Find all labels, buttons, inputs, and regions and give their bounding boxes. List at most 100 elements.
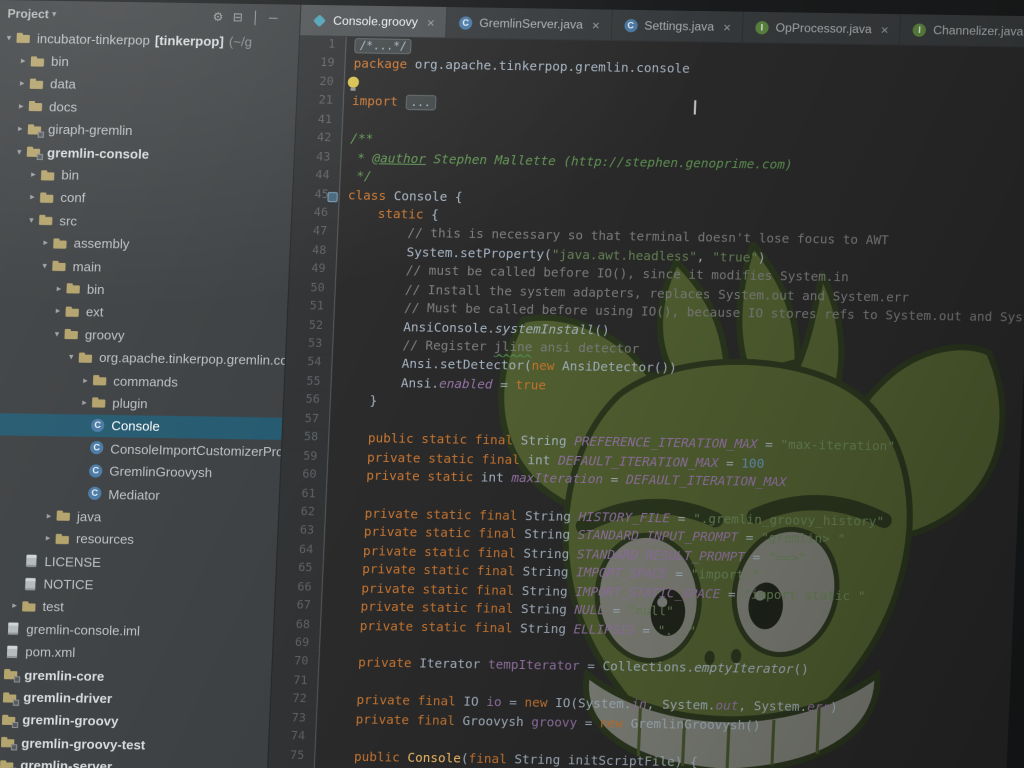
chevron-expanded-icon[interactable]: ▾ — [12, 146, 26, 157]
line-number[interactable]: 51 — [288, 298, 336, 317]
line-number[interactable]: 58 — [282, 429, 330, 448]
intention-bulb-icon[interactable] — [348, 76, 360, 87]
line-number[interactable]: 56 — [284, 392, 332, 411]
hide-panel-icon[interactable]: ─ — [269, 10, 278, 24]
code-token — [332, 542, 363, 558]
project-panel-title[interactable]: Project — [7, 6, 49, 21]
code-token: static — [422, 581, 468, 597]
chevron-collapsed-icon[interactable]: ▸ — [15, 78, 29, 89]
line-number[interactable]: 63 — [278, 522, 326, 541]
code-token — [344, 261, 406, 277]
chevron-collapsed-icon[interactable]: ▸ — [79, 374, 93, 385]
project-tool-window: Project ▾ ⚙⊟│─ ▾incubator-tinkerpop[tink… — [0, 0, 301, 768]
code-token: "import static " — [743, 586, 866, 603]
line-number[interactable]: 44 — [294, 167, 342, 186]
chevron-expanded-icon[interactable]: ▾ — [38, 260, 52, 271]
line-number[interactable]: 60 — [280, 466, 328, 485]
code-token: package — [353, 56, 407, 72]
chevron-collapsed-icon[interactable]: ▸ — [13, 123, 27, 134]
line-number[interactable]: 64 — [277, 541, 325, 560]
interface-file-icon: I — [912, 22, 928, 37]
line-number[interactable]: 46 — [292, 205, 340, 224]
line-number[interactable]: 1 — [299, 36, 347, 55]
line-number[interactable]: 55 — [285, 373, 333, 392]
line-number[interactable]: 41 — [296, 111, 344, 130]
chevron-expanded-icon[interactable]: ▾ — [25, 214, 39, 225]
line-number[interactable]: 61 — [280, 485, 328, 504]
line-number[interactable]: 50 — [289, 279, 337, 298]
line-number[interactable]: 72 — [271, 691, 319, 710]
chevron-collapsed-icon[interactable]: ▸ — [26, 192, 40, 203]
code-token: static — [425, 506, 471, 522]
line-number[interactable]: 53 — [286, 335, 334, 354]
line-number[interactable]: 19 — [298, 55, 346, 74]
code-token: String — [513, 601, 575, 617]
collapse-all-icon[interactable]: ⊟ — [232, 10, 243, 24]
tree-item-label: pom.xml — [25, 644, 76, 660]
module-icon — [1, 712, 19, 729]
chevron-collapsed-icon[interactable]: ▸ — [41, 533, 55, 544]
code-token: org.apache.tinkerpop.gremlin.console — [407, 57, 690, 77]
code-token: final — [416, 712, 455, 728]
line-number[interactable]: 71 — [271, 672, 319, 691]
chevron-collapsed-icon[interactable]: ▸ — [42, 510, 56, 521]
editor-body[interactable]: 1/*...*/19package org.apache.tinkerpop.g… — [267, 36, 1024, 768]
line-number[interactable]: 47 — [291, 223, 339, 242]
close-tab-icon[interactable]: × — [881, 21, 889, 36]
intellij-app: Project ▾ ⚙⊟│─ ▾incubator-tinkerpop[tink… — [0, 0, 1024, 768]
line-number[interactable]: 59 — [281, 448, 329, 467]
line-number[interactable]: 57 — [283, 410, 331, 429]
code-token: String — [515, 545, 577, 561]
package-icon — [77, 349, 95, 366]
chevron-down-icon[interactable]: ▾ — [52, 8, 57, 19]
tab-console-groovy[interactable]: Console.groovy× — [300, 5, 447, 38]
code-token: true — [515, 376, 546, 392]
tab-settings-java[interactable]: CSettings.java× — [611, 10, 744, 42]
line-number[interactable]: 70 — [272, 653, 320, 672]
chevron-collapsed-icon[interactable]: ▸ — [27, 169, 41, 180]
line-number[interactable]: 67 — [275, 597, 323, 616]
code-token: String — [516, 526, 578, 542]
chevron-collapsed-icon[interactable]: ▸ — [78, 397, 92, 408]
chevron-collapsed-icon[interactable]: ▸ — [39, 237, 53, 248]
line-number[interactable]: 73 — [270, 710, 318, 729]
line-number[interactable]: 54 — [285, 354, 333, 373]
class-icon: C — [90, 417, 108, 434]
line-number[interactable]: 45 — [293, 186, 341, 205]
tab-gremlinserver-java[interactable]: CGremlinServer.java× — [446, 7, 612, 40]
line-number[interactable]: 49 — [289, 261, 337, 280]
line-number[interactable]: 74 — [269, 728, 317, 747]
line-number[interactable]: 52 — [287, 317, 335, 336]
chevron-collapsed-icon[interactable]: ▸ — [52, 283, 66, 294]
line-number[interactable]: 48 — [290, 242, 338, 261]
tab-opprocessor-java[interactable]: IOpProcessor.java× — [743, 12, 902, 45]
code-token: private — [362, 561, 416, 577]
chevron-collapsed-icon[interactable]: ▸ — [51, 306, 65, 317]
line-number[interactable]: 68 — [274, 616, 322, 635]
chevron-expanded-icon[interactable]: ▾ — [64, 351, 78, 362]
chevron-expanded-icon[interactable]: ▾ — [2, 32, 16, 43]
tab-channelizer-java[interactable]: IChannelizer.java× — [900, 14, 1024, 47]
line-number[interactable]: 42 — [295, 130, 343, 149]
chevron-expanded-icon[interactable]: ▾ — [50, 328, 64, 339]
line-number[interactable]: 65 — [276, 560, 324, 579]
close-tab-icon[interactable]: × — [592, 17, 600, 32]
line-number[interactable]: 62 — [279, 504, 327, 523]
tree-item-path: (~/g — [229, 34, 253, 50]
chevron-collapsed-icon[interactable]: ▸ — [16, 55, 30, 66]
close-tab-icon[interactable]: × — [723, 19, 731, 34]
chevron-collapsed-icon[interactable]: ▸ — [8, 601, 22, 612]
line-number[interactable]: 43 — [294, 148, 342, 167]
code-token: "gremlin> " — [761, 530, 846, 547]
line-number[interactable]: 69 — [273, 635, 321, 654]
line-number[interactable]: 21 — [297, 92, 345, 111]
line-number[interactable]: 75 — [268, 747, 316, 766]
line-number[interactable]: 66 — [276, 579, 324, 598]
line-number[interactable]: 20 — [298, 74, 346, 93]
code-editor[interactable]: 1/*...*/19package org.apache.tinkerpop.g… — [267, 36, 1024, 768]
code-token: import — [352, 93, 398, 109]
code-token: , System. — [646, 697, 715, 713]
chevron-collapsed-icon[interactable]: ▸ — [14, 101, 28, 112]
settings-gear-icon[interactable]: ⚙ — [212, 9, 224, 23]
close-tab-icon[interactable]: × — [427, 14, 435, 29]
